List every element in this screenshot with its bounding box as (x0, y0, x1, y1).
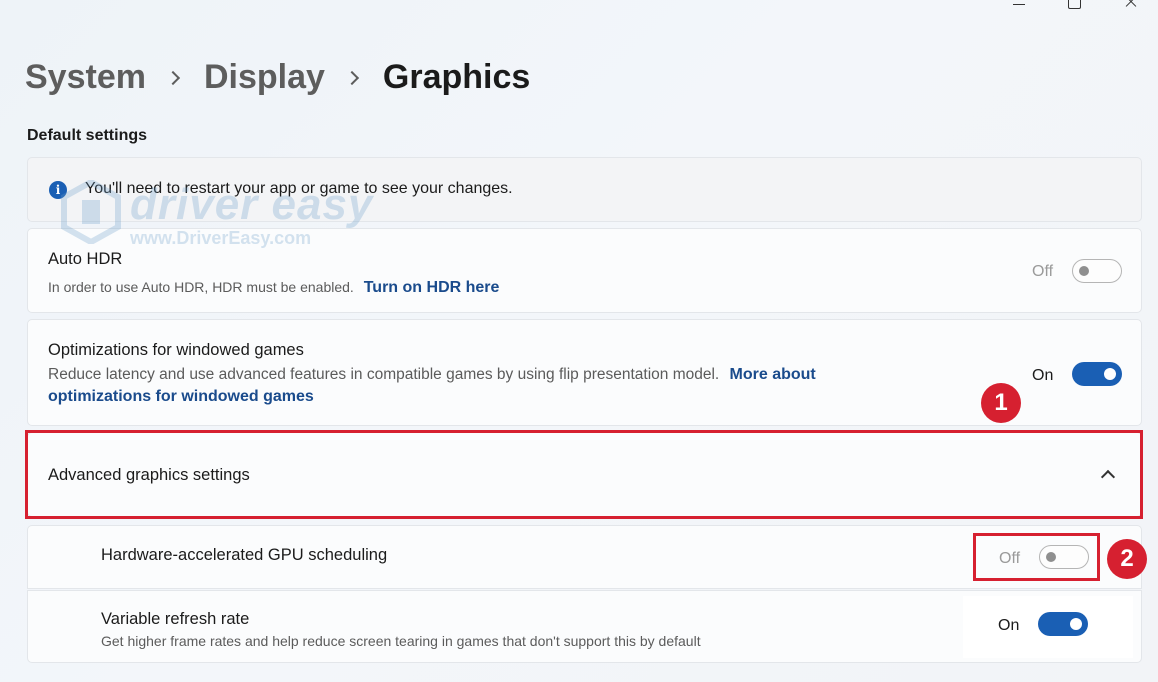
section-title: Default settings (27, 127, 148, 144)
breadcrumb-graphics: Graphics (382, 58, 531, 96)
info-icon: i (49, 181, 67, 199)
window-caption-buttons (990, 0, 1158, 16)
auto-hdr-toggle-label: Off (1032, 263, 1054, 280)
auto-hdr-toggle[interactable] (1072, 259, 1122, 283)
breadcrumb: System Display Graphics (25, 58, 530, 97)
auto-hdr-title: Auto HDR (48, 250, 123, 268)
annotation-box-gpu-toggle (973, 533, 1100, 581)
toggle-knob (1079, 266, 1089, 276)
toggle-knob (1070, 618, 1082, 630)
windowed-games-toggle[interactable] (1072, 362, 1122, 386)
annotation-badge-1: 1 (981, 383, 1021, 423)
variable-refresh-toggle-label: On (998, 617, 1020, 634)
variable-refresh-toggle[interactable] (1038, 612, 1088, 636)
more-about-link[interactable]: More about (730, 366, 816, 383)
windowed-games-description-text: Reduce latency and use advanced features… (48, 366, 720, 383)
windowed-games-toggle-label: On (1032, 367, 1054, 384)
auto-hdr-setting: Auto HDR In order to use Auto HDR, HDR m… (27, 228, 1142, 313)
chevron-right-icon (344, 70, 359, 85)
breadcrumb-display[interactable]: Display (204, 58, 325, 97)
variable-refresh-title: Variable refresh rate (101, 610, 250, 628)
info-banner-text: You'll need to restart your app or game … (85, 180, 513, 197)
optimizations-link[interactable]: optimizations for windowed games (48, 388, 314, 405)
windowed-games-setting: Optimizations for windowed games Reduce … (27, 319, 1142, 426)
auto-hdr-description-text: In order to use Auto HDR, HDR must be en… (48, 279, 354, 295)
annotation-badge-2: 2 (1107, 539, 1147, 579)
gpu-scheduling-title: Hardware-accelerated GPU scheduling (101, 546, 388, 564)
annotation-box-advanced (25, 430, 1143, 519)
minimize-icon[interactable] (990, 0, 1046, 16)
variable-refresh-description: Get higher frame rates and help reduce s… (101, 633, 701, 649)
turn-on-hdr-link[interactable]: Turn on HDR here (364, 279, 500, 296)
windowed-games-title: Optimizations for windowed games (48, 341, 304, 359)
windowed-games-description: Reduce latency and use advanced features… (48, 364, 928, 408)
toggle-knob (1104, 368, 1116, 380)
maximize-icon[interactable] (1046, 0, 1102, 16)
close-icon[interactable] (1102, 0, 1158, 16)
auto-hdr-description: In order to use Auto HDR, HDR must be en… (48, 276, 499, 299)
chevron-right-icon (165, 70, 181, 85)
info-banner: i You'll need to restart your app or gam… (27, 157, 1142, 222)
breadcrumb-system[interactable]: System (25, 58, 146, 97)
